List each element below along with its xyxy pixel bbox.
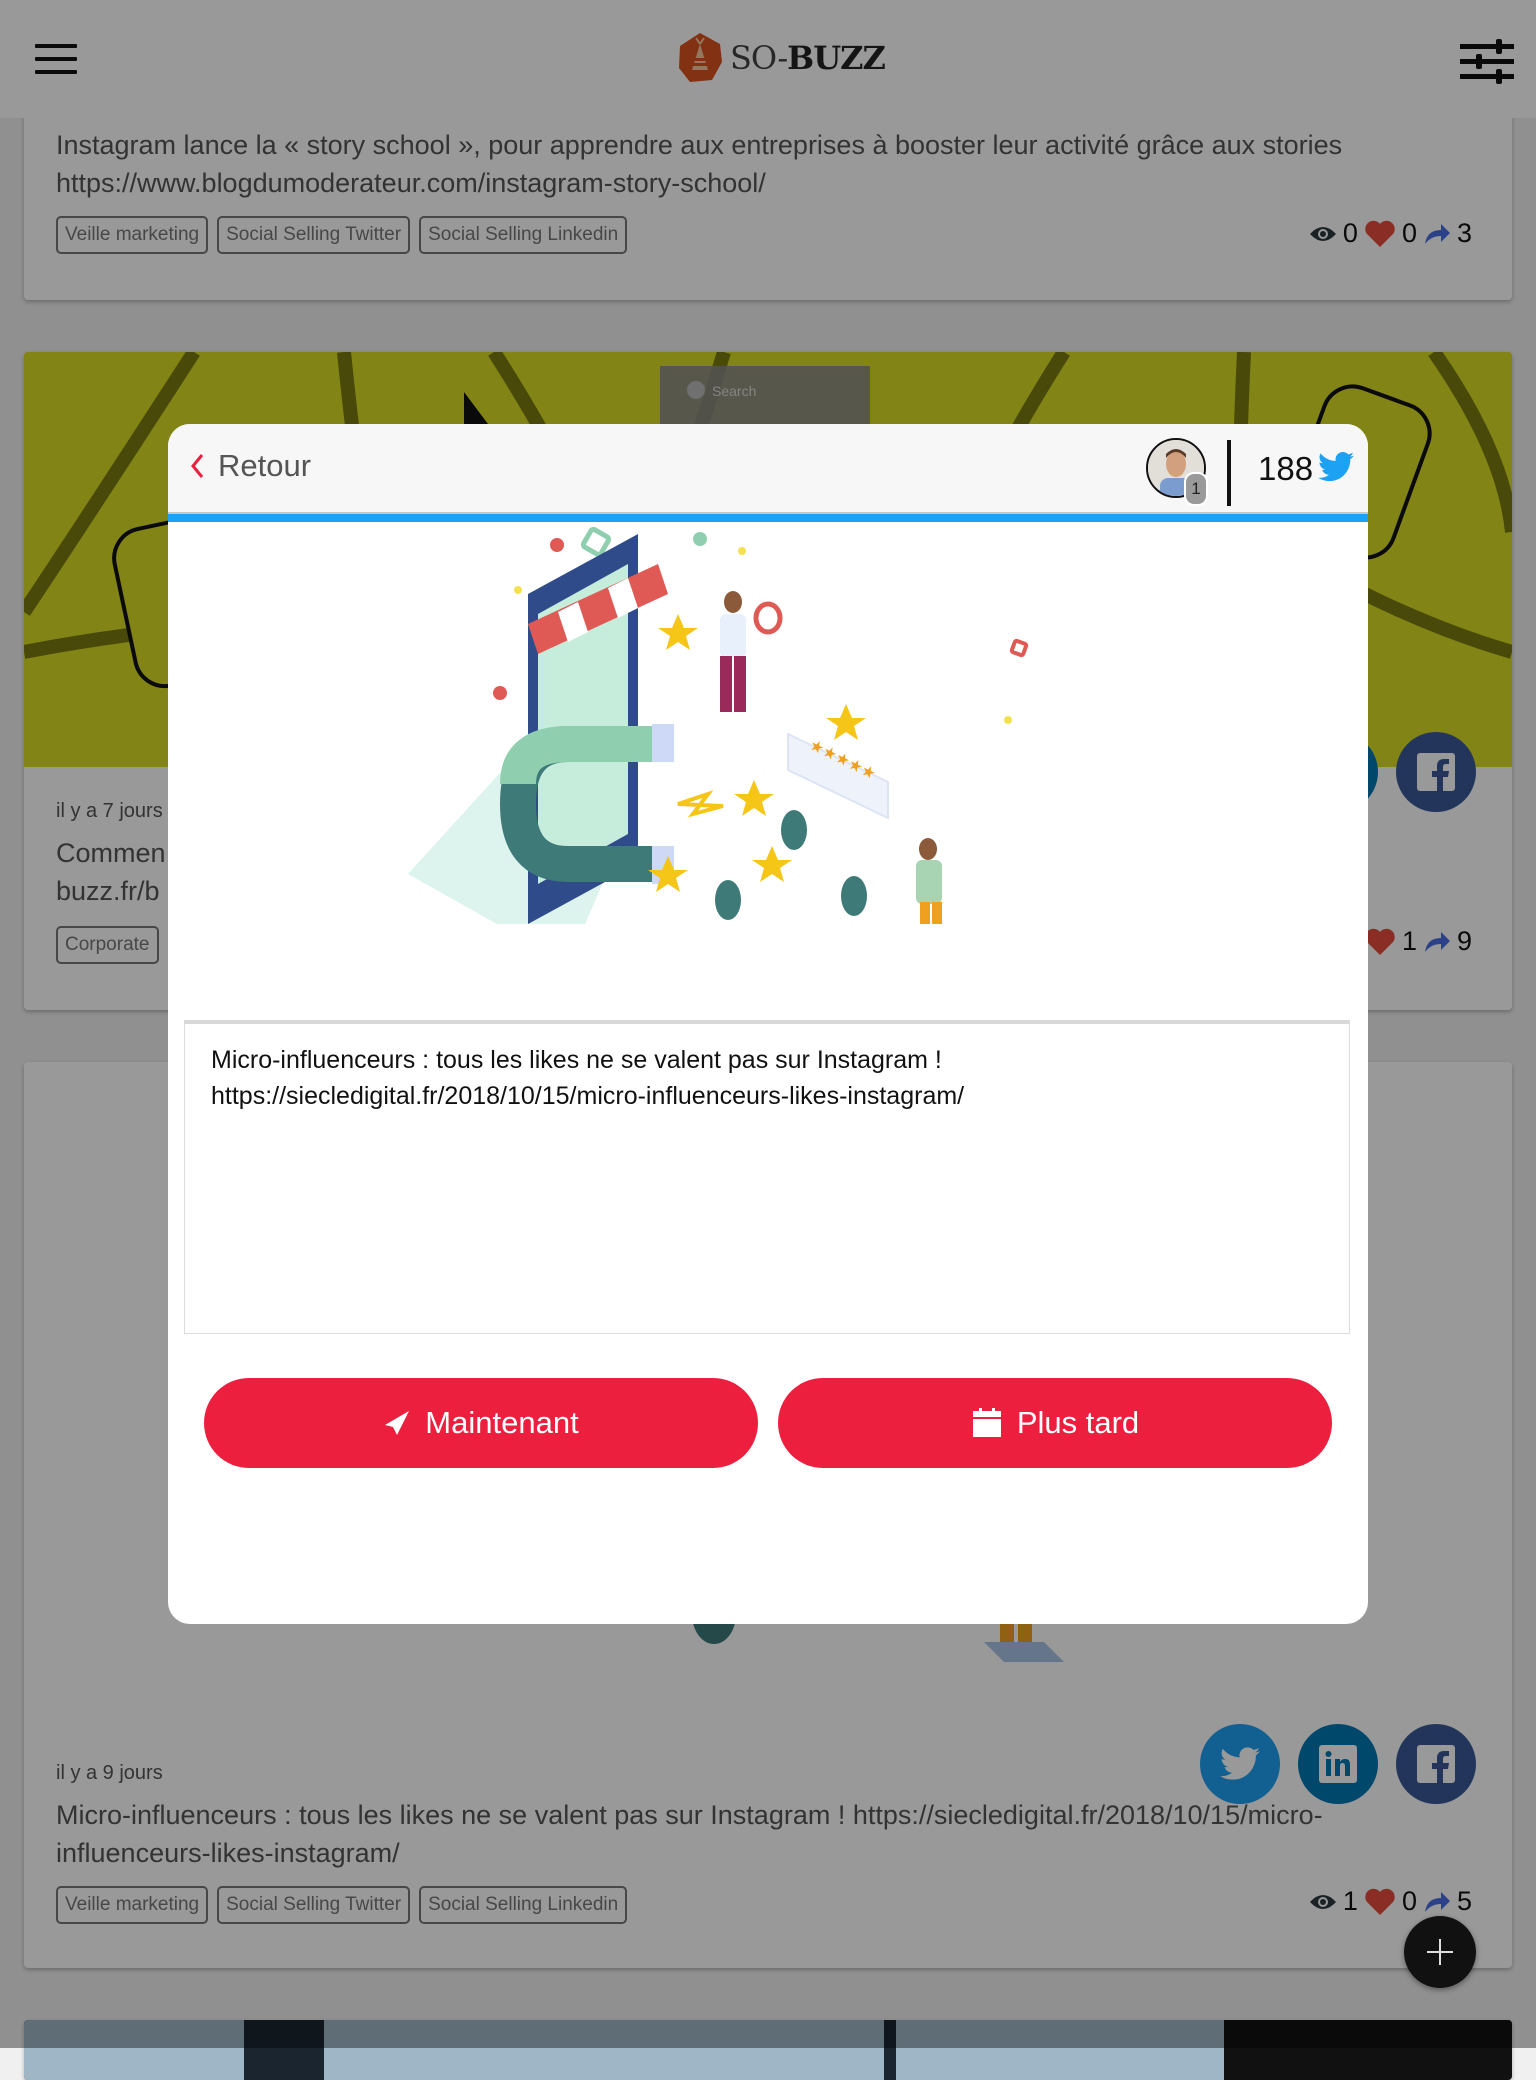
account-selector[interactable]: 1 (1146, 438, 1208, 506)
follower-count: 188 (1258, 450, 1314, 487)
modal-header: Retour 1 188 (168, 424, 1368, 515)
back-label: Retour (218, 448, 312, 483)
calendar-icon (972, 1408, 1001, 1437)
twitter-icon (1318, 452, 1354, 482)
network-color-bar (168, 514, 1368, 522)
publish-now-button[interactable]: Maintenant (204, 1378, 758, 1468)
message-input[interactable]: Micro-influenceurs : tous les likes ne s… (184, 1020, 1350, 1334)
divider (1227, 440, 1231, 506)
post-image: ★★★★★ (408, 526, 1029, 924)
chevron-left-icon (191, 454, 204, 478)
add-post-button[interactable] (1404, 1916, 1476, 1988)
schedule-later-label: Plus tard (1016, 1405, 1140, 1440)
schedule-later-button[interactable]: Plus tard (778, 1378, 1332, 1468)
publish-now-label: Maintenant (425, 1405, 579, 1440)
paper-plane-icon (385, 1411, 410, 1435)
back-button[interactable]: Retour (190, 448, 311, 484)
share-modal: Retour 1 188 ★★★★★ Micro-influenceurs: … (168, 424, 1368, 1624)
account-count-badge: 1 (1184, 472, 1208, 506)
plus-icon (1427, 1939, 1453, 1965)
